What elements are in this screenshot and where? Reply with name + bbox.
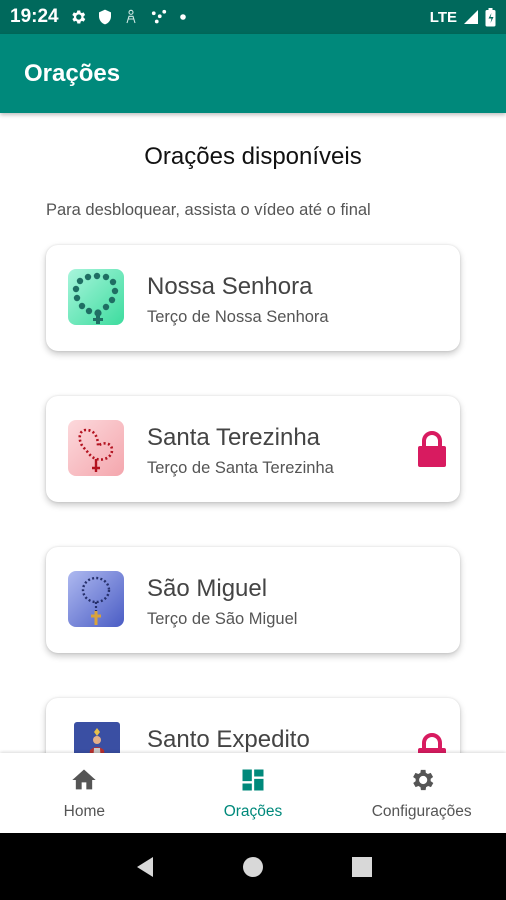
saint-image-icon	[74, 722, 120, 753]
nav-label-configuracoes: Configurações	[371, 803, 472, 820]
nav-item-oracoes[interactable]: Orações	[169, 753, 338, 833]
dashboard-icon	[238, 765, 268, 795]
prayer-title: São Miguel	[147, 575, 268, 602]
prayer-subtitle: Terço de São Miguel	[147, 610, 298, 628]
main-content[interactable]: Orações disponíveis Para desbloquear, as…	[0, 113, 506, 753]
nav-label-home: Home	[63, 803, 106, 820]
home-icon	[69, 765, 99, 795]
app-bar: Orações	[0, 34, 506, 113]
page-subtitle: Para desbloquear, assista o vídeo até o …	[46, 201, 371, 219]
dots-icon	[151, 9, 166, 24]
bottom-navigation: Home Orações Configurações	[0, 753, 506, 833]
nav-item-configuracoes[interactable]: Configurações	[337, 753, 506, 833]
prayer-subtitle: Terço de Nossa Senhora	[147, 308, 329, 326]
prayer-card-santo-expedito[interactable]: Santo Expedito	[46, 698, 460, 753]
prayer-title: Nossa Senhora	[147, 273, 313, 300]
shield-icon	[98, 9, 111, 25]
gear-icon	[407, 765, 437, 795]
prayer-title: Santo Expedito	[147, 726, 310, 753]
prayer-card-sao-miguel[interactable]: São Miguel Terço de São Miguel	[46, 547, 460, 653]
notification-icon	[126, 9, 136, 24]
prayer-card-santa-terezinha[interactable]: Santa Terezinha Terço de Santa Terezinha	[46, 396, 460, 502]
green-rosary-icon	[68, 269, 124, 325]
blue-rosary-icon	[68, 571, 124, 627]
recents-icon[interactable]	[351, 856, 373, 878]
prayer-card-nossa-senhora[interactable]: Nossa Senhora Terço de Nossa Senhora	[46, 245, 460, 351]
status-right: LTE	[429, 7, 496, 27]
status-left: 19:24	[10, 6, 187, 28]
back-icon[interactable]	[133, 855, 155, 879]
nav-label-oracoes: Orações	[223, 803, 283, 820]
gear-icon	[71, 10, 85, 24]
red-rosary-icon	[68, 420, 124, 476]
signal-icon	[464, 10, 478, 24]
dot-icon	[179, 14, 186, 20]
app-bar-title: Orações	[24, 59, 121, 87]
nav-item-home[interactable]: Home	[0, 753, 169, 833]
battery-icon	[485, 7, 496, 26]
lock-icon	[418, 431, 446, 467]
lock-icon	[418, 733, 446, 753]
network-label: LTE	[429, 8, 457, 26]
home-button-icon[interactable]	[241, 855, 265, 879]
system-navigation-bar	[0, 833, 506, 900]
status-bar: 19:24 LTE	[0, 0, 506, 34]
prayer-subtitle: Terço de Santa Terezinha	[147, 459, 334, 477]
prayer-title: Santa Terezinha	[147, 424, 321, 451]
status-time: 19:24	[10, 6, 59, 27]
page-heading: Orações disponíveis	[144, 143, 362, 170]
